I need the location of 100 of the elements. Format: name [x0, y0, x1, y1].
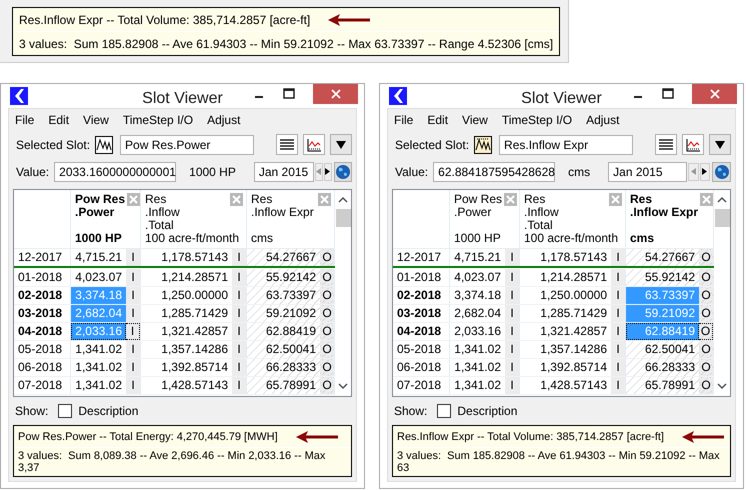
table-cell[interactable]: 65.78991	[247, 377, 320, 394]
menu-item[interactable]: File	[394, 113, 414, 127]
slot-field[interactable]: Res.Inflow Expr	[499, 134, 634, 154]
table-cell[interactable]: 1,321.42857	[141, 323, 232, 340]
value-field[interactable]: 2033.1600000000001	[54, 162, 176, 182]
menu-item[interactable]: Adjust	[207, 113, 240, 127]
checkbox[interactable]	[437, 404, 452, 418]
row-header[interactable]: 06-2018	[393, 359, 450, 376]
table-cell[interactable]: 62.50041	[247, 341, 320, 358]
table-cell[interactable]: 1,341.02	[450, 341, 505, 358]
checkbox[interactable]	[58, 404, 72, 418]
table-cell[interactable]: 1,214.28571	[141, 269, 232, 286]
table-cell[interactable]: 2,682.04	[450, 305, 505, 322]
table-cell[interactable]: 1,178.57143	[141, 249, 232, 266]
column-header[interactable]: Pow Res .Power 1000 HP	[450, 190, 520, 248]
chart-button[interactable]	[303, 134, 325, 155]
column-header[interactable]: Res .Inflow Expr cms	[626, 190, 714, 248]
table-cell[interactable]: 55.92142	[247, 269, 320, 286]
table-cell[interactable]: 1,341.02	[71, 377, 126, 394]
table-cell[interactable]: 1,428.57143	[141, 377, 232, 394]
menu-item[interactable]: Edit	[427, 113, 448, 127]
table-cell[interactable]: 62.88419	[247, 323, 320, 340]
dropdown-button[interactable]	[709, 134, 731, 155]
table-cell[interactable]: 4,715.21	[450, 249, 505, 266]
date-field[interactable]: Jan 2015	[608, 162, 688, 182]
scroll-up-icon[interactable]	[717, 196, 727, 203]
row-header[interactable]: 07-2018	[393, 377, 450, 394]
globe-button[interactable]	[334, 162, 352, 182]
table-cell[interactable]: 1,341.02	[71, 359, 126, 376]
row-header[interactable]: 02-2018	[393, 287, 450, 304]
menu-item[interactable]: View	[83, 113, 109, 127]
table-cell[interactable]: 1,321.42857	[520, 323, 611, 340]
row-header[interactable]: 12-2017	[393, 249, 450, 266]
table-cell[interactable]: 54.27667	[247, 249, 320, 266]
table-cell[interactable]: 1,341.02	[450, 359, 505, 376]
maximize-icon[interactable]	[283, 88, 295, 100]
table-cell[interactable]: 2,033.16	[450, 323, 505, 340]
date-field[interactable]: Jan 2015	[254, 162, 314, 182]
next-button[interactable]	[324, 162, 332, 180]
menu-item[interactable]: Edit	[48, 113, 70, 127]
table-cell[interactable]: 59.21092	[247, 305, 320, 322]
menu-item[interactable]: Adjust	[586, 113, 620, 127]
table-cell[interactable]: 1,428.57143	[520, 377, 611, 394]
table-cell[interactable]: 54.27667	[626, 249, 699, 266]
row-header[interactable]: 04-2018	[393, 323, 450, 340]
scroll-thumb[interactable]	[336, 209, 350, 227]
next-button[interactable]	[700, 162, 710, 180]
value-field[interactable]: 62.884187595428628	[433, 162, 556, 182]
maximize-icon[interactable]	[662, 88, 674, 100]
dropdown-button[interactable]	[330, 134, 352, 155]
table-cell[interactable]: 62.50041	[626, 341, 699, 358]
table-cell[interactable]: 4,023.07	[450, 269, 505, 286]
list-button[interactable]	[276, 134, 298, 155]
column-header[interactable]: Pow Res .Power 1000 HP	[71, 190, 141, 248]
table-cell[interactable]: 66.28333	[626, 359, 699, 376]
table-cell[interactable]: 4,715.21	[71, 249, 126, 266]
table-cell[interactable]: 66.28333	[247, 359, 320, 376]
globe-button[interactable]	[712, 162, 732, 182]
table-cell[interactable]: 1,341.02	[71, 341, 126, 358]
table-cell[interactable]: 1,285.71429	[141, 305, 232, 322]
list-button[interactable]	[655, 134, 677, 155]
column-header[interactable]: Res .Inflow .Total 100 acre-ft/month	[141, 190, 247, 248]
table-cell[interactable]: 63.73397	[247, 287, 320, 304]
checkbox-label[interactable]: Description	[78, 404, 138, 418]
table-cell[interactable]: 65.78991	[626, 377, 699, 394]
table-cell[interactable]: 1,250.00000	[141, 287, 232, 304]
table-cell[interactable]: 1,250.00000	[520, 287, 611, 304]
menu-item[interactable]: File	[15, 113, 34, 127]
table-cell[interactable]: 1,285.71429	[520, 305, 611, 322]
column-header[interactable]: Res .Inflow .Total 100 acre-ft/month	[520, 190, 626, 248]
scroll-thumb[interactable]	[714, 209, 730, 227]
menu-item[interactable]: View	[462, 113, 488, 127]
scroll-up-icon[interactable]	[338, 196, 348, 203]
row-header[interactable]: 12-2017	[14, 249, 71, 266]
row-header[interactable]: 06-2018	[14, 359, 71, 376]
menu-item[interactable]: TimeStep I/O	[122, 113, 194, 127]
table-cell[interactable]: 3,374.18	[450, 287, 505, 304]
table-cell[interactable]: 1,357.14286	[141, 341, 232, 358]
row-header[interactable]: 05-2018	[393, 341, 450, 358]
row-header[interactable]: 03-2018	[393, 305, 450, 322]
row-header[interactable]: 01-2018	[393, 269, 450, 286]
chart-button[interactable]	[682, 134, 704, 155]
table-cell[interactable]: 55.92142	[626, 269, 699, 286]
row-header[interactable]: 07-2018	[14, 377, 71, 394]
table-cell[interactable]: 4,023.07	[71, 269, 126, 286]
scroll-down-icon[interactable]	[338, 383, 348, 390]
table-cell[interactable]: 1,392.85714	[141, 359, 232, 376]
checkbox-label[interactable]: Description	[457, 404, 518, 418]
table-cell[interactable]: 1,214.28571	[520, 269, 611, 286]
table-cell[interactable]: 1,178.57143	[520, 249, 611, 266]
table-cell[interactable]: 1,392.85714	[520, 359, 611, 376]
column-header[interactable]: Res .Inflow Expr cms	[247, 190, 335, 248]
scroll-down-icon[interactable]	[717, 383, 727, 390]
menu-item[interactable]: TimeStep I/O	[502, 113, 572, 127]
table-cell[interactable]: 1,357.14286	[520, 341, 611, 358]
close-button[interactable]	[313, 84, 358, 104]
row-header[interactable]: 01-2018	[14, 269, 71, 286]
slot-field[interactable]: Pow Res.Power	[120, 134, 254, 154]
close-button[interactable]	[692, 84, 737, 104]
table-cell[interactable]: 1,341.02	[450, 377, 505, 394]
